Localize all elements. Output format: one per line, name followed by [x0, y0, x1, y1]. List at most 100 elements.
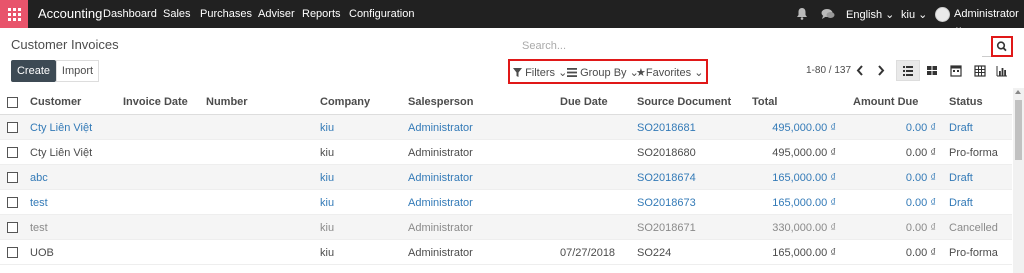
- pager-next-button[interactable]: [871, 60, 890, 81]
- search-input[interactable]: [512, 35, 982, 57]
- chevron-down-icon: ⌄: [954, 21, 964, 33]
- salesperson-cell: Administrator: [408, 247, 473, 259]
- apps-menu-icon[interactable]: [0, 0, 28, 28]
- pivot-view-button[interactable]: [968, 60, 992, 81]
- customer-cell: test: [30, 197, 48, 209]
- scroll-up-arrow-icon[interactable]: [1015, 90, 1021, 94]
- customer-cell: test: [30, 222, 48, 234]
- salesperson-cell: Administrator: [408, 172, 473, 184]
- list-view-icon: [903, 66, 913, 76]
- total-cell: 495,000.00 ₫: [772, 147, 836, 159]
- chevron-left-icon: [856, 65, 863, 76]
- menu-configuration[interactable]: Configuration: [349, 8, 414, 20]
- column-header-company[interactable]: Company: [320, 96, 370, 108]
- source-document-cell: SO224: [637, 247, 672, 259]
- column-header-status[interactable]: Status: [949, 96, 983, 108]
- amount-due-cell: 0.00 ₫: [905, 122, 936, 134]
- chevron-right-icon: [878, 65, 885, 76]
- chevron-down-icon: ⌄: [918, 9, 928, 21]
- amount-due-cell: 0.00 ₫: [905, 172, 936, 184]
- column-header-invoice-date[interactable]: Invoice Date: [123, 96, 188, 108]
- page-title: Customer Invoices: [11, 37, 119, 52]
- chat-icon[interactable]: [821, 8, 835, 20]
- customer-cell: Cty Liên Việt: [30, 147, 93, 159]
- salesperson-cell: Administrator: [408, 222, 473, 234]
- column-header-source-document[interactable]: Source Document: [637, 96, 731, 108]
- company-cell: kiu: [320, 122, 335, 134]
- avatar[interactable]: [935, 7, 950, 22]
- amount-due-cell: 0.00 ₫: [905, 197, 936, 209]
- status-cell: Pro-forma: [949, 147, 998, 159]
- table-row[interactable]: test kiu Administrator SO2018673 165,000…: [0, 190, 1012, 215]
- total-cell: 495,000.00 ₫: [772, 122, 836, 134]
- status-cell: Draft: [949, 172, 973, 184]
- row-checkbox[interactable]: [7, 197, 18, 208]
- app-title[interactable]: Accounting: [38, 6, 102, 21]
- row-checkbox[interactable]: [7, 247, 18, 258]
- kanban-view-button[interactable]: [920, 60, 944, 81]
- menu-adviser[interactable]: Adviser: [258, 8, 295, 20]
- source-document-cell: SO2018681: [637, 122, 696, 134]
- table-row[interactable]: Cty Liên Việt kiu Administrator SO201868…: [0, 115, 1012, 140]
- import-button[interactable]: Import: [56, 60, 99, 82]
- favorites-label: Favorites: [645, 67, 692, 79]
- row-checkbox[interactable]: [7, 172, 18, 183]
- pager-value[interactable]: 1-80 / 137: [806, 65, 851, 76]
- table-row[interactable]: test kiu Administrator SO2018671 330,000…: [0, 215, 1012, 240]
- table-row[interactable]: abc kiu Administrator SO2018674 165,000.…: [0, 165, 1012, 190]
- group-by-dropdown[interactable]: Group By ⌄: [567, 66, 639, 79]
- group-by-label: Group By: [580, 67, 627, 79]
- table-header: Customer Invoice Date Number Company Sal…: [0, 90, 1012, 115]
- total-cell: 165,000.00 ₫: [772, 197, 836, 209]
- table-row[interactable]: Cty Liên Việt kiu Administrator SO201868…: [0, 140, 1012, 165]
- amount-due-cell: 0.00 ₫: [905, 147, 936, 159]
- filters-dropdown[interactable]: Filters ⌄: [513, 66, 567, 79]
- favorites-dropdown[interactable]: ★Favorites ⌄: [636, 66, 703, 79]
- table-row[interactable]: UOB kiu Administrator 07/27/2018 SO224 1…: [0, 240, 1012, 265]
- star-icon: ★: [636, 67, 646, 79]
- source-document-cell: SO2018673: [637, 197, 696, 209]
- total-cell: 330,000.00 ₫: [772, 222, 836, 234]
- search-bar: [512, 35, 1012, 57]
- search-options-panel: Filters ⌄ Group By ⌄ ★Favorites ⌄: [508, 59, 708, 84]
- row-checkbox[interactable]: [7, 122, 18, 133]
- company-switcher[interactable]: kiu ⌄: [901, 8, 927, 21]
- calendar-view-button[interactable]: [944, 60, 968, 81]
- total-cell: 165,000.00 ₫: [772, 172, 836, 184]
- salesperson-cell: Administrator: [408, 197, 473, 209]
- customer-cell: Cty Liên Việt: [30, 122, 93, 134]
- column-header-amount-due[interactable]: Amount Due: [853, 96, 918, 108]
- company-cell: kiu: [320, 172, 335, 184]
- graph-view-button[interactable]: [990, 60, 1014, 81]
- row-checkbox[interactable]: [7, 147, 18, 158]
- language-selector[interactable]: English ⌄: [846, 8, 894, 21]
- column-header-number[interactable]: Number: [206, 96, 248, 108]
- user-label: Administrator: [954, 8, 1019, 20]
- menu-dashboard[interactable]: Dashboard: [103, 8, 157, 20]
- due-date-cell: 07/27/2018: [560, 247, 616, 259]
- salesperson-cell: Administrator: [408, 147, 473, 159]
- select-all-checkbox[interactable]: [7, 97, 18, 108]
- search-button[interactable]: [991, 36, 1013, 57]
- list-view-button[interactable]: [896, 60, 920, 81]
- column-header-due-date[interactable]: Due Date: [560, 96, 608, 108]
- row-checkbox[interactable]: [7, 222, 18, 233]
- company-cell: kiu: [320, 147, 335, 159]
- bell-icon[interactable]: [796, 7, 808, 20]
- customer-cell: abc: [30, 172, 48, 184]
- menu-reports[interactable]: Reports: [302, 8, 341, 20]
- source-document-cell: SO2018674: [637, 172, 696, 184]
- company-cell: kiu: [320, 222, 335, 234]
- status-cell: Pro-forma: [949, 247, 998, 259]
- pager-previous-button[interactable]: [851, 60, 870, 81]
- user-menu[interactable]: Administrator ⌄: [954, 8, 1024, 33]
- column-header-total[interactable]: Total: [752, 96, 777, 108]
- menu-sales[interactable]: Sales: [163, 8, 191, 20]
- scrollbar-thumb[interactable]: [1015, 100, 1022, 160]
- list-icon: [567, 68, 577, 77]
- column-header-customer[interactable]: Customer: [30, 96, 81, 108]
- company-label: kiu: [901, 9, 916, 21]
- create-button[interactable]: Create: [11, 60, 56, 82]
- column-header-salesperson[interactable]: Salesperson: [408, 96, 473, 108]
- menu-purchases[interactable]: Purchases: [200, 8, 252, 20]
